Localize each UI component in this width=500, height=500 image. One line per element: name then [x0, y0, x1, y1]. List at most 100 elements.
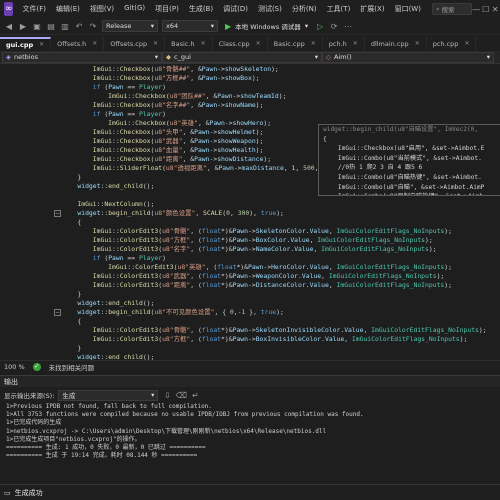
output-toolbar: 显示输出来源(S): 生成 ▾ ⇩ ⌫ ↵ [0, 388, 500, 402]
file-tab-label: Basic.cpp [273, 39, 305, 48]
file-tab[interactable]: Offsets.h ✕ [51, 37, 105, 50]
scope-combo[interactable]: ◆ c_gui ▾ [162, 51, 322, 63]
close-tab-icon[interactable]: ✕ [311, 40, 316, 47]
code-line: widget::begin_child(u8"不可见颜色设置", { 0,-1 … [77, 308, 284, 316]
menu-item[interactable]: 扩展(X) [355, 4, 389, 14]
file-tab[interactable]: Basic.h ✕ [165, 37, 213, 50]
menu-item[interactable]: 分析(N) [287, 4, 322, 14]
menu-item[interactable]: Git(G) [119, 4, 150, 14]
output-line: 1>All 3753 functions were compiled becau… [6, 411, 364, 419]
output-title: 输出 [4, 377, 18, 386]
close-icon[interactable]: ✕ [491, 5, 500, 14]
menu-item[interactable]: 工具(T) [322, 4, 356, 14]
output-line: 1>已完成代码的生成 [6, 419, 62, 427]
navigation-bar: ◈ netbios ▾ ◆ c_gui ▾ ◇ Aim() ▾ [0, 51, 500, 64]
class-icon: ◆ [166, 53, 171, 61]
file-tab-label: dllmain.cpp [370, 39, 409, 48]
file-tab[interactable]: Offsets.cpp ✕ [104, 37, 166, 50]
menu-item[interactable]: 文件(F) [17, 4, 51, 14]
search-icon: ⌕ [435, 4, 440, 13]
file-tab[interactable]: pch.cpp ✕ [427, 37, 477, 50]
menu-item[interactable]: 视图(V) [85, 4, 119, 14]
close-tab-icon[interactable]: ✕ [92, 40, 97, 47]
code-line: widget::end_child(); [77, 353, 155, 360]
menu-item[interactable]: 生成(B) [184, 4, 218, 14]
peek-code-line: ImGui::Combo(u8"强制自瞄热键", &set->Aimb [319, 192, 500, 195]
close-tab-icon[interactable]: ✕ [353, 40, 358, 47]
file-tab[interactable]: pch.h ✕ [323, 37, 365, 50]
new-file-icon[interactable]: ▣ [32, 21, 42, 31]
configuration-value: Release [106, 22, 132, 30]
close-tab-icon[interactable]: ✕ [464, 40, 469, 47]
file-tab[interactable]: Basic.cpp ✕ [268, 37, 323, 50]
output-line: 1>Previous IPDB not found, fall back to … [6, 403, 212, 410]
file-tab[interactable]: Class.cpp ✕ [213, 37, 268, 50]
peek-code-line: ImGui::Checkbox(u8"启用", &set->Aimbot.E [323, 145, 485, 153]
run-debugger-button[interactable]: ▶ 本地 Windows 调试器 ▾ [222, 20, 311, 32]
menu-item[interactable]: 调试(D) [218, 4, 253, 14]
output-text[interactable]: 1>Previous IPDB not found, fall back to … [0, 403, 500, 481]
file-tab-label: Basic.h [171, 39, 195, 48]
issues-text[interactable]: 未找到相关问题 [49, 362, 95, 372]
performance-icon[interactable]: ⟳ [329, 21, 339, 31]
no-issues-icon: ✓ [32, 362, 41, 371]
file-tab[interactable]: gui.cpp ✕ [0, 37, 52, 50]
close-tab-icon[interactable]: ✕ [153, 40, 158, 47]
save-icon[interactable]: ▤ [46, 21, 56, 31]
code-editor[interactable]: − − ImGui::Checkbox(u8"骨骼##", &Pawn->show… [0, 64, 500, 360]
word-wrap-icon[interactable]: ↵ [190, 390, 200, 400]
chevron-down-icon: ▾ [314, 53, 318, 61]
close-tab-icon[interactable]: ✕ [256, 40, 261, 47]
platform-select[interactable]: x64 ▾ [162, 20, 218, 32]
file-tab-label: pch.h [328, 39, 347, 48]
file-tab-label: Class.cpp [218, 39, 250, 48]
configuration-select[interactable]: Release ▾ [102, 20, 158, 32]
project-combo[interactable]: ◈ netbios ▾ [2, 51, 162, 63]
search-input[interactable]: ⌕ 搜索 [431, 3, 472, 15]
status-bar: ▭ 生成成功 [0, 484, 500, 500]
toolbar: ◀ ▶ ▣ ▤ ▥ ↶ ↷ Release ▾ x64 ▾ ▶ 本地 Windo… [0, 18, 500, 35]
minimize-icon[interactable]: — [472, 5, 481, 14]
peek-code-line: ImGui::Combo(u8"自瞄热键", &set->Aimbot. [323, 173, 482, 181]
menu-item[interactable]: 窗口(W) [390, 4, 426, 14]
member-combo[interactable]: ◇ Aim() ▾ [322, 51, 494, 63]
menu-item[interactable]: 测试(S) [253, 4, 287, 14]
chevron-down-icon: ▾ [151, 391, 155, 399]
build-status-icon: ▭ [4, 488, 11, 497]
file-tab-label: Offsets.h [57, 39, 87, 48]
code-line: widget::begin_child(u8"颜色设置", SCALE(0, 3… [77, 209, 284, 217]
chevron-down-icon: ▾ [150, 22, 154, 30]
file-tab-label: gui.cpp [6, 40, 34, 49]
redo-icon[interactable]: ↷ [88, 21, 98, 31]
save-all-icon[interactable]: ▥ [60, 21, 70, 31]
menu-item[interactable]: 项目(P) [150, 4, 184, 14]
run-without-debug-icon[interactable]: ▷ [315, 21, 325, 31]
menu-bar: ∞ 文件(F) 编辑(E) 视图(V) Git(G) 项目(P) 生成(B) 调试(D) 测试… [0, 0, 500, 18]
platform-value: x64 [166, 22, 179, 30]
file-tab-strip: gui.cpp ✕ Offsets.h ✕ Offsets.cpp ✕ Basic.h ✕ Cl… [0, 36, 500, 50]
menu-item[interactable]: 编辑(E) [51, 4, 85, 14]
forward-icon[interactable]: ▶ [18, 21, 28, 31]
back-icon[interactable]: ◀ [4, 21, 14, 31]
peek-definition-popup[interactable]: widget::begin_child(u8"自瞄设置", ImVec2(0,{… [318, 124, 500, 196]
clear-output-icon[interactable]: ⌫ [176, 390, 187, 400]
visual-studio-logo-icon[interactable]: ∞ [4, 2, 14, 16]
chevron-down-icon: ▾ [486, 53, 490, 61]
find-in-output-icon[interactable]: ⇩ [162, 390, 172, 400]
peek-code-line: ImGui::Combo(u8"当前模式", &set->Aimbot. [323, 154, 482, 162]
close-tab-icon[interactable]: ✕ [201, 40, 206, 47]
fold-toggle-icon[interactable]: − [54, 309, 61, 316]
maximize-icon[interactable]: ☐ [481, 5, 490, 14]
peek-code-line: widget::begin_child(u8"自瞄设置", ImVec2(0, [323, 126, 479, 133]
output-source-select[interactable]: 生成 ▾ [58, 389, 159, 401]
zoom-level[interactable]: 100 % [4, 363, 25, 371]
chevron-down-icon: ▾ [304, 22, 309, 30]
file-tab[interactable]: dllmain.cpp ✕ [365, 37, 427, 50]
output-line: 1>已完成生成项目"netbios.vcxproj"的操作。 [6, 435, 141, 443]
undo-icon[interactable]: ↶ [74, 21, 84, 31]
close-tab-icon[interactable]: ✕ [39, 41, 44, 48]
member-name: Aim() [334, 53, 352, 61]
toolbar-more-icon[interactable]: ⋯ [343, 21, 353, 31]
close-tab-icon[interactable]: ✕ [415, 40, 420, 47]
fold-toggle-icon[interactable]: − [54, 210, 61, 217]
